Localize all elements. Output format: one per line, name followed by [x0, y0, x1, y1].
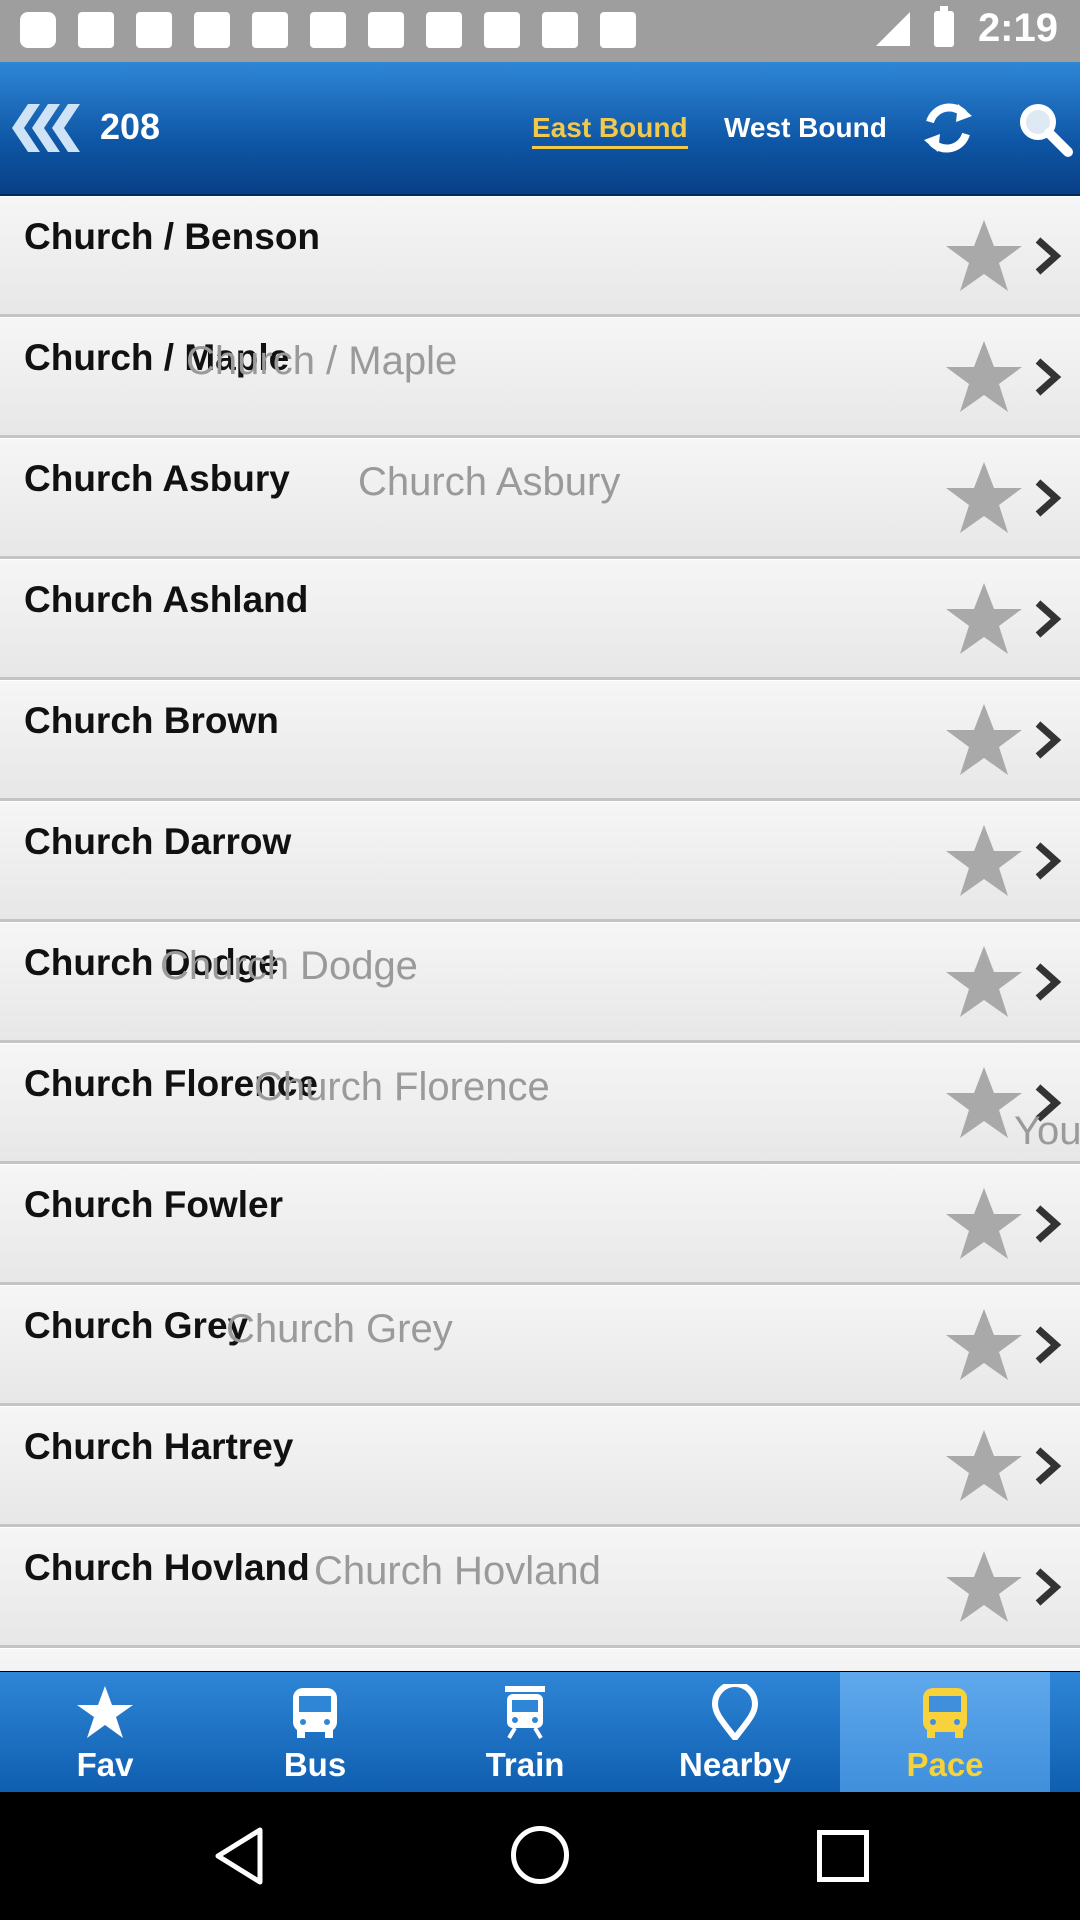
stop-name-ghost: Church Asbury — [358, 460, 621, 504]
favorite-star-icon[interactable] — [944, 1184, 1024, 1264]
app-icon — [252, 12, 288, 48]
nav-bus[interactable]: Bus — [210, 1672, 420, 1792]
stop-name: Church / Benson — [24, 216, 321, 257]
list-item[interactable]: Church Asbury Church Asbury — [0, 438, 1080, 559]
favorite-star-icon[interactable] — [944, 458, 1024, 538]
list-item-partial[interactable] — [0, 1648, 1080, 1671]
stop-name-ghost: Church Hovland — [314, 1549, 601, 1593]
app-icon — [426, 12, 462, 48]
facebook-icon — [78, 12, 114, 48]
nav-label: Nearby — [679, 1746, 791, 1783]
train-icon — [505, 1686, 545, 1740]
overlay-text: You — [1014, 1109, 1080, 1153]
clock: 2:19 — [977, 6, 1058, 50]
list-item[interactable]: Church / Maple Church / Maple — [0, 317, 1080, 438]
chevron-right-icon[interactable] — [1032, 1446, 1064, 1486]
favorite-star-icon[interactable] — [944, 216, 1024, 296]
search-icon[interactable] — [1014, 98, 1074, 158]
chevron-right-icon[interactable] — [1032, 1204, 1064, 1244]
stop-name: Church Grey — [24, 1305, 249, 1346]
list-item[interactable]: Church Ashland — [0, 559, 1080, 680]
nav-label: Pace — [906, 1746, 984, 1783]
signal-icon — [875, 11, 910, 46]
favorite-star-icon[interactable] — [944, 337, 1024, 417]
chevron-right-icon[interactable] — [1032, 1567, 1064, 1607]
nav-label: Fav — [76, 1746, 134, 1783]
system-home-icon[interactable] — [511, 1826, 569, 1884]
pace-bus-icon — [923, 1688, 967, 1738]
status-bar: 2:19 — [0, 0, 1080, 62]
chevron-right-icon[interactable] — [1032, 1325, 1064, 1365]
system-navigation-bar — [0, 1792, 1080, 1920]
star-icon — [77, 1686, 133, 1738]
stop-name: Church Brown — [24, 700, 279, 741]
stop-list: Church / Benson Church / Maple Church / … — [0, 196, 1080, 1671]
bottom-navigation: Fav Bus Train Nearby Pace — [0, 1672, 1080, 1792]
list-item[interactable]: Church Florence Church Florence You — [0, 1043, 1080, 1164]
list-item[interactable]: Church Grey Church Grey — [0, 1285, 1080, 1406]
stop-name: Church Darrow — [24, 821, 292, 862]
favorite-star-icon[interactable] — [944, 700, 1024, 780]
app-header: 208 East Bound West Bound — [0, 62, 1080, 198]
list-item[interactable]: Church Dodge Church Dodge — [0, 922, 1080, 1043]
nav-label: Bus — [283, 1746, 347, 1783]
app-icon — [136, 12, 172, 48]
app-icon — [600, 12, 636, 48]
nav-pace[interactable]: Pace — [840, 1672, 1050, 1792]
nav-train[interactable]: Train — [420, 1672, 630, 1792]
stop-name: Church Hovland — [24, 1547, 310, 1588]
stop-name-ghost: Church Florence — [254, 1065, 550, 1109]
favorite-star-icon[interactable] — [944, 1305, 1024, 1385]
favorite-star-icon[interactable] — [944, 579, 1024, 659]
message-icon — [20, 12, 56, 48]
notification-icons — [20, 12, 636, 48]
nav-nearby[interactable]: Nearby — [630, 1672, 840, 1792]
app-icon — [484, 12, 520, 48]
list-item[interactable]: Church Hovland Church Hovland — [0, 1527, 1080, 1648]
list-item[interactable]: Church Brown — [0, 680, 1080, 801]
stop-name: Church Hartrey — [24, 1426, 294, 1467]
stop-name-ghost: Church Grey — [226, 1307, 453, 1351]
system-back-icon[interactable] — [212, 1826, 266, 1886]
app-icon — [194, 12, 230, 48]
nav-fav[interactable]: Fav — [0, 1672, 210, 1792]
route-number: 208 — [100, 106, 161, 147]
stop-name: Church Fowler — [24, 1184, 284, 1225]
stop-name-ghost: Church / Maple — [186, 339, 458, 383]
refresh-icon[interactable] — [918, 98, 978, 158]
system-recents-icon[interactable] — [817, 1830, 869, 1882]
favorite-star-icon[interactable] — [944, 821, 1024, 901]
chevron-right-icon[interactable] — [1032, 357, 1064, 397]
chevron-right-icon[interactable] — [1032, 841, 1064, 881]
list-item[interactable]: Church Fowler — [0, 1164, 1080, 1285]
app-icon — [542, 12, 578, 48]
chevron-right-icon[interactable] — [1032, 599, 1064, 639]
chevron-right-icon[interactable] — [1032, 478, 1064, 518]
nav-label: Train — [485, 1746, 565, 1783]
battery-icon — [933, 5, 954, 47]
favorite-star-icon[interactable] — [944, 942, 1024, 1022]
app-icon — [368, 12, 404, 48]
favorite-star-icon[interactable] — [944, 1426, 1024, 1506]
app-icon — [310, 12, 346, 48]
chevron-right-icon[interactable] — [1032, 962, 1064, 1002]
chevron-right-icon[interactable] — [1032, 236, 1064, 276]
stop-name-ghost: Church Dodge — [160, 944, 418, 988]
tab-east-bound[interactable]: East Bound — [532, 112, 688, 149]
list-item[interactable]: Church Hartrey — [0, 1406, 1080, 1527]
stop-name: Church Ashland — [24, 579, 309, 620]
bus-icon — [293, 1688, 337, 1738]
tab-west-bound[interactable]: West Bound — [724, 112, 887, 144]
list-item[interactable]: Church Darrow — [0, 801, 1080, 922]
list-item[interactable]: Church / Benson — [0, 196, 1080, 317]
favorite-star-icon[interactable] — [944, 1547, 1024, 1627]
location-pin-icon — [711, 1684, 759, 1740]
chevron-right-icon[interactable] — [1032, 720, 1064, 760]
stop-name: Church Asbury — [24, 458, 290, 499]
favorite-star-icon[interactable] — [944, 1063, 1024, 1143]
back-arrows-icon[interactable] — [10, 100, 90, 156]
